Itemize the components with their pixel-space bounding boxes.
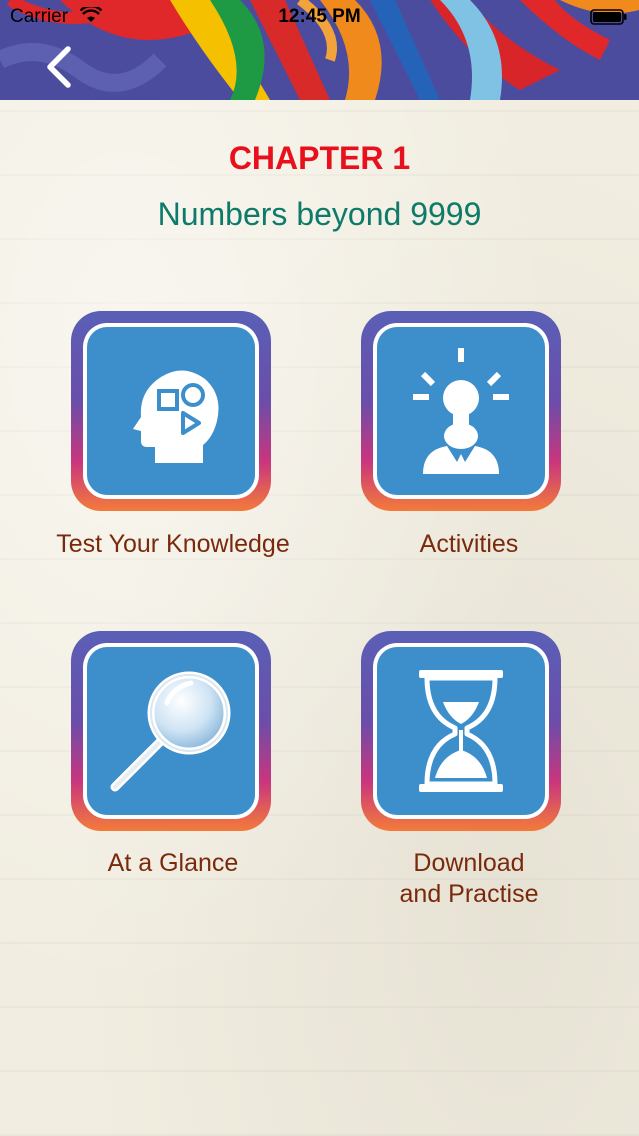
status-time: 12:45 PM <box>278 6 361 27</box>
tile-face <box>377 327 545 495</box>
back-button[interactable] <box>36 44 82 90</box>
tile-frame <box>83 643 259 819</box>
hourglass-icon <box>419 670 503 792</box>
tile-label-at-a-glance[interactable]: At a Glance <box>33 848 313 879</box>
at-a-glance-button[interactable] <box>71 631 271 831</box>
tile-label-line-1: Download <box>413 849 525 877</box>
chapter-subtitle: Numbers beyond 9999 <box>157 196 482 232</box>
tile-face <box>87 327 255 495</box>
lightbulb-person-icon <box>413 348 509 474</box>
tile-label-download-and-practise[interactable]: Download and Practise <box>329 848 609 910</box>
chapter-title: CHAPTER 1 <box>228 140 411 176</box>
tile-label-test-your-knowledge[interactable]: Test Your Knowledge <box>33 529 313 560</box>
tile-face <box>377 647 545 815</box>
chevron-left-icon <box>47 46 71 88</box>
activities-button[interactable] <box>361 311 561 511</box>
tile-label-line-2: and Practise <box>399 880 539 908</box>
battery-icon <box>590 9 627 25</box>
download-and-practise-button[interactable] <box>361 631 561 831</box>
test-your-knowledge-button[interactable] <box>71 311 271 511</box>
header-banner: Carrier 12:45 PM <box>0 0 639 100</box>
head-shapes-icon <box>133 370 219 463</box>
status-bar: Carrier 12:45 PM <box>0 0 639 34</box>
tile-frame <box>373 643 549 819</box>
tile-face <box>87 647 255 815</box>
tile-frame <box>373 323 549 499</box>
tile-frame <box>83 323 259 499</box>
magnifier-icon <box>110 671 231 792</box>
tile-label-activities[interactable]: Activities <box>329 529 609 560</box>
